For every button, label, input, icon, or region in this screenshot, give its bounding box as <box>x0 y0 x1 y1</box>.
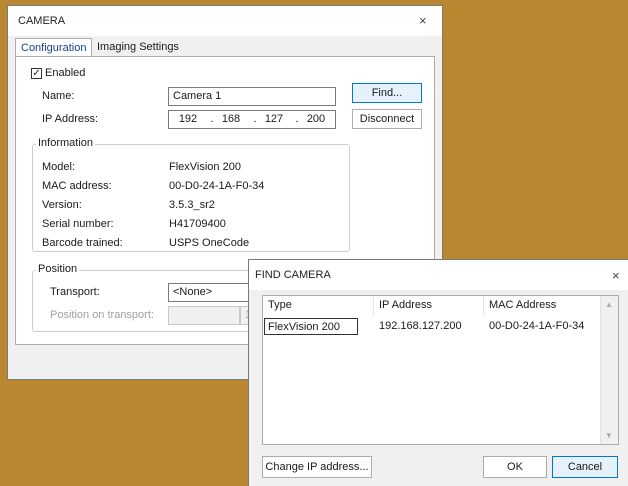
find-camera-title: FIND CAMERA <box>255 269 331 281</box>
model-label: Model: <box>42 161 76 173</box>
tab-imaging-settings[interactable]: Imaging Settings <box>92 38 184 57</box>
table-row[interactable]: FlexVision 200 192.168.127.200 00-D0-24-… <box>263 318 602 335</box>
cancel-button[interactable]: Cancel <box>552 456 618 478</box>
barcode-trained-label: Barcode trained: <box>42 237 123 249</box>
column-header-mac-address[interactable]: MAC Address <box>484 296 602 315</box>
ip-octet-1[interactable]: 192 <box>169 111 207 128</box>
barcode-trained-value: USPS OneCode <box>169 237 250 249</box>
scroll-down-icon[interactable]: ▼ <box>605 431 613 440</box>
position-on-transport-label: Position on transport: <box>50 309 154 321</box>
cell-type[interactable]: FlexVision 200 <box>264 318 358 335</box>
tab-configuration[interactable]: Configuration <box>15 38 93 57</box>
ip-octet-4[interactable]: 200 <box>297 111 335 128</box>
scroll-up-icon[interactable]: ▲ <box>605 300 613 309</box>
ip-address-input[interactable]: 192 . 168 . 127 . 200 <box>168 110 336 129</box>
version-value: 3.5.3_sr2 <box>169 199 215 211</box>
position-on-transport-input[interactable] <box>168 306 240 325</box>
disconnect-button[interactable]: Disconnect <box>352 109 422 129</box>
find-button[interactable]: Find... <box>352 83 422 103</box>
camera-dialog-title: CAMERA <box>18 15 66 27</box>
find-camera-titlebar[interactable]: FIND CAMERA × <box>249 260 628 290</box>
enabled-label: Enabled <box>45 67 86 79</box>
column-header-type[interactable]: Type <box>263 296 374 315</box>
version-label: Version: <box>42 199 82 211</box>
enabled-checkbox[interactable]: ✓ <box>31 68 42 79</box>
change-ip-address-button[interactable]: Change IP address... <box>262 456 372 478</box>
cell-mac-address[interactable]: 00-D0-24-1A-F0-34 <box>486 318 600 335</box>
name-label: Name: <box>42 90 75 102</box>
checkmark-icon: ✓ <box>32 68 41 79</box>
transport-label: Transport: <box>50 286 100 298</box>
camera-list[interactable]: Type IP Address MAC Address FlexVision 2… <box>262 295 619 445</box>
serial-number-label: Serial number: <box>42 218 114 230</box>
ip-octet-2[interactable]: 168 <box>212 111 250 128</box>
ip-address-label: IP Address: <box>42 113 99 125</box>
find-camera-dialog: FIND CAMERA × Type IP Address MAC Addres… <box>248 259 628 486</box>
ip-octet-3[interactable]: 127 <box>255 111 293 128</box>
cell-ip-address[interactable]: 192.168.127.200 <box>376 318 476 335</box>
position-legend: Position <box>36 263 80 275</box>
name-input[interactable]: Camera 1 <box>168 87 336 106</box>
information-group: Information Model: FlexVision 200 MAC ad… <box>32 137 350 252</box>
serial-number-value: H41709400 <box>169 218 226 230</box>
ok-button[interactable]: OK <box>483 456 547 478</box>
information-legend: Information <box>36 137 96 149</box>
model-value: FlexVision 200 <box>169 161 241 173</box>
close-icon[interactable]: × <box>419 13 427 28</box>
mac-address-label: MAC address: <box>42 180 112 192</box>
camera-dialog-titlebar[interactable]: CAMERA × <box>8 6 442 36</box>
mac-address-value: 00-D0-24-1A-F0-34 <box>169 180 265 192</box>
vertical-scrollbar[interactable]: ▲ ▼ <box>600 296 618 444</box>
close-icon[interactable]: × <box>612 268 620 283</box>
column-header-ip-address[interactable]: IP Address <box>374 296 484 315</box>
